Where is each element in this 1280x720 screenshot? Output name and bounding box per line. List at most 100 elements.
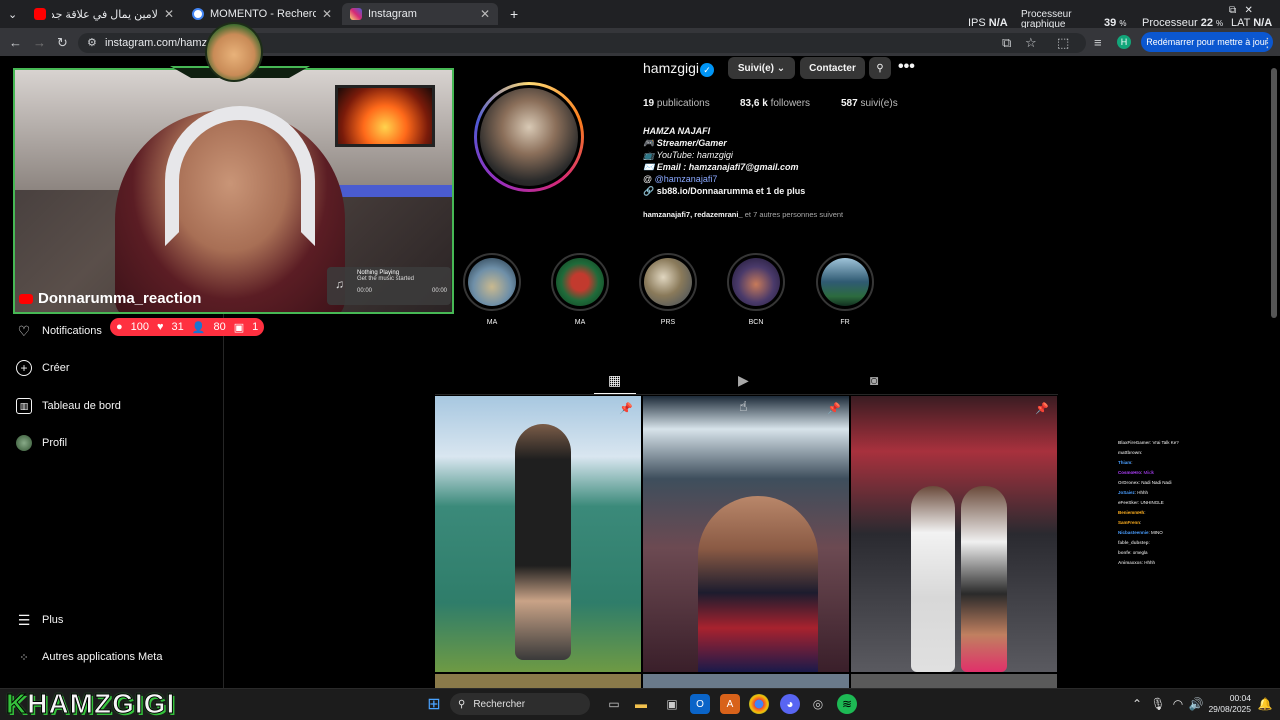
window-controls[interactable]: ⧉ ✕ <box>1229 6 1253 16</box>
post-tile[interactable]: 📌 <box>435 396 641 672</box>
sidebar-item-meta-apps[interactable]: ⁘ Autres applications Meta <box>16 649 162 665</box>
site-info-icon[interactable]: ⚙ <box>87 36 97 49</box>
sidebar-item-create[interactable]: + Créer <box>16 360 70 376</box>
post-tile[interactable]: 📌 <box>851 396 1057 672</box>
media-icon[interactable]: ≡ <box>1094 35 1102 50</box>
highlight-item[interactable]: MA <box>550 253 610 326</box>
task-view-icon[interactable]: ▭ <box>604 694 624 714</box>
post-tile[interactable] <box>851 674 1057 688</box>
more-options-icon[interactable]: ••• <box>898 58 915 76</box>
music-note-icon: ♫ <box>335 277 344 291</box>
taskbar-search[interactable]: ⚲ Rechercher <box>450 693 590 715</box>
forward-icon[interactable]: → <box>33 35 46 50</box>
more-vert-icon[interactable]: ⋮ <box>1261 35 1274 51</box>
highlight-item[interactable]: PRS <box>638 253 698 326</box>
highlight-label: BCN <box>748 319 764 326</box>
avatar <box>477 85 581 189</box>
extensions-icon[interactable]: ⬚ <box>1057 35 1069 51</box>
dashboard-icon: ▥ <box>16 398 32 414</box>
threads-handle: @hamzanajafi7 <box>654 174 718 184</box>
discord-icon[interactable]: ◕ <box>780 694 800 714</box>
profile-avatar[interactable]: H <box>1117 35 1131 49</box>
tab-posts-grid-icon[interactable]: ▦ <box>608 372 621 389</box>
chevron-up-icon[interactable]: ⌃ <box>1127 694 1147 714</box>
contact-button[interactable]: Contacter <box>800 57 865 79</box>
sidebar-item-dashboard[interactable]: ▥ Tableau de bord <box>16 398 121 414</box>
perf-ips: IPS N/A <box>968 17 1008 29</box>
following-stat[interactable]: 587 suivi(e)s <box>841 98 898 109</box>
suggest-user-button[interactable]: ⚲ <box>869 57 891 79</box>
search-icon: ⚲ <box>458 698 466 710</box>
tab-list-button[interactable]: ⌄ <box>0 3 26 25</box>
close-icon[interactable]: ✕ <box>322 7 332 21</box>
fireplace-image <box>335 85 435 147</box>
now-playing-widget: ♫ Nothing Playing Get the music started … <box>327 267 451 305</box>
sidebar-item-label: Créer <box>42 362 70 374</box>
threads-link[interactable]: @ @hamzanajafi7 <box>643 174 717 184</box>
page-scrollbar[interactable] <box>1271 68 1277 318</box>
bio-link[interactable]: 🔗 sb88.io/Donnaarumma et 1 de plus <box>643 186 805 197</box>
search-placeholder: Rechercher <box>473 698 526 710</box>
followers-count: 80 <box>213 321 226 333</box>
app-icon[interactable]: A <box>720 694 740 714</box>
chrome-icon[interactable] <box>749 694 769 714</box>
close-icon[interactable]: ✕ <box>480 7 490 21</box>
person-icon: 👤 <box>191 321 206 334</box>
person-image <box>911 486 955 672</box>
new-tab-button[interactable]: + <box>502 3 524 25</box>
google-icon <box>192 8 204 20</box>
sidebar-item-more[interactable]: ☰ Plus <box>16 612 64 628</box>
notification-badge: ● 100 ♥ 31 👤 80 ▣ 1 <box>110 318 265 336</box>
back-icon[interactable]: ← <box>9 35 22 50</box>
volume-icon[interactable]: 🔊 <box>1186 694 1206 714</box>
highlight-label: PRS <box>660 319 676 326</box>
wifi-icon[interactable]: ◠ <box>1168 694 1188 714</box>
mic-icon[interactable]: 🎙 <box>1148 694 1168 714</box>
bio-link-text: sb88.io/Donnaarumma et 1 de plus <box>656 186 806 196</box>
reload-icon[interactable]: ↻ <box>57 35 68 51</box>
chevron-down-icon: ⌄ <box>776 62 786 74</box>
restart-update-button[interactable]: Redémarrer pour mettre à jour <box>1141 32 1273 52</box>
steam-icon[interactable]: ◎ <box>808 694 828 714</box>
windows-start-icon[interactable]: ⊞ <box>424 694 444 714</box>
threads-icon: @ <box>643 174 653 184</box>
followed-by[interactable]: hamzanajafi7, redazemrani_ et 7 autres p… <box>643 210 843 219</box>
outlook-icon[interactable]: O <box>690 694 710 714</box>
post-tile[interactable] <box>435 674 641 688</box>
tab-reels-icon[interactable]: ▶ <box>738 372 749 389</box>
heart-icon: ♡ <box>17 322 31 339</box>
sidebar-item-label: Plus <box>42 614 64 626</box>
mascot-logo <box>205 22 263 82</box>
chat-message: Thiam: <box>1118 460 1133 465</box>
browser-tab-2[interactable]: MOMENTO - Recherche Google ✕ <box>184 3 340 25</box>
browser-tab-3[interactable]: Instagram ✕ <box>342 3 498 25</box>
post-tile[interactable] <box>643 674 849 688</box>
sidebar-item-notifications[interactable]: ♡ Notifications <box>16 323 102 339</box>
following-button[interactable]: Suivi(e) ⌄ <box>728 57 795 79</box>
add-person-icon: ⚲ <box>876 62 884 74</box>
taskbar-clock[interactable]: 00:04 29/08/2025 <box>1207 693 1251 715</box>
followers-stat[interactable]: 83,6 k followers <box>740 98 810 109</box>
chat-message: bonfe: omegla <box>1118 550 1148 555</box>
profile-avatar-story-ring[interactable] <box>474 82 584 192</box>
pin-icon: 📌 <box>1035 403 1049 415</box>
notification-bell-icon[interactable]: 🔔 <box>1255 694 1275 714</box>
post-tile[interactable]: 📌 <box>643 396 849 672</box>
chat-message: SamFrenn: <box>1118 520 1142 525</box>
highlight-item[interactable]: BCN <box>726 253 786 326</box>
file-explorer-icon[interactable]: ▬ <box>631 694 651 714</box>
highlight-item[interactable]: FR <box>815 253 875 326</box>
install-icon[interactable]: ⧉ <box>1002 35 1011 51</box>
time-end: 00:00 <box>431 288 447 294</box>
sidebar-item-label: Autres applications Meta <box>42 651 163 663</box>
sidebar-item-profile[interactable]: Profil <box>16 435 67 451</box>
store-icon[interactable]: ▣ <box>662 694 682 714</box>
tab-tagged-icon[interactable]: ◙ <box>870 372 878 388</box>
browser-tab-1[interactable]: لامين يمال في علاقة جديدة ! الهد ✕ <box>26 3 182 25</box>
verified-badge-icon: ✓ <box>700 63 714 77</box>
highlight-label: MA <box>486 319 498 326</box>
highlight-item[interactable]: MA <box>462 253 522 326</box>
spotify-icon[interactable]: ≋ <box>837 694 857 714</box>
close-icon[interactable]: ✕ <box>164 7 174 21</box>
bookmark-star-icon[interactable]: ☆ <box>1025 35 1037 51</box>
